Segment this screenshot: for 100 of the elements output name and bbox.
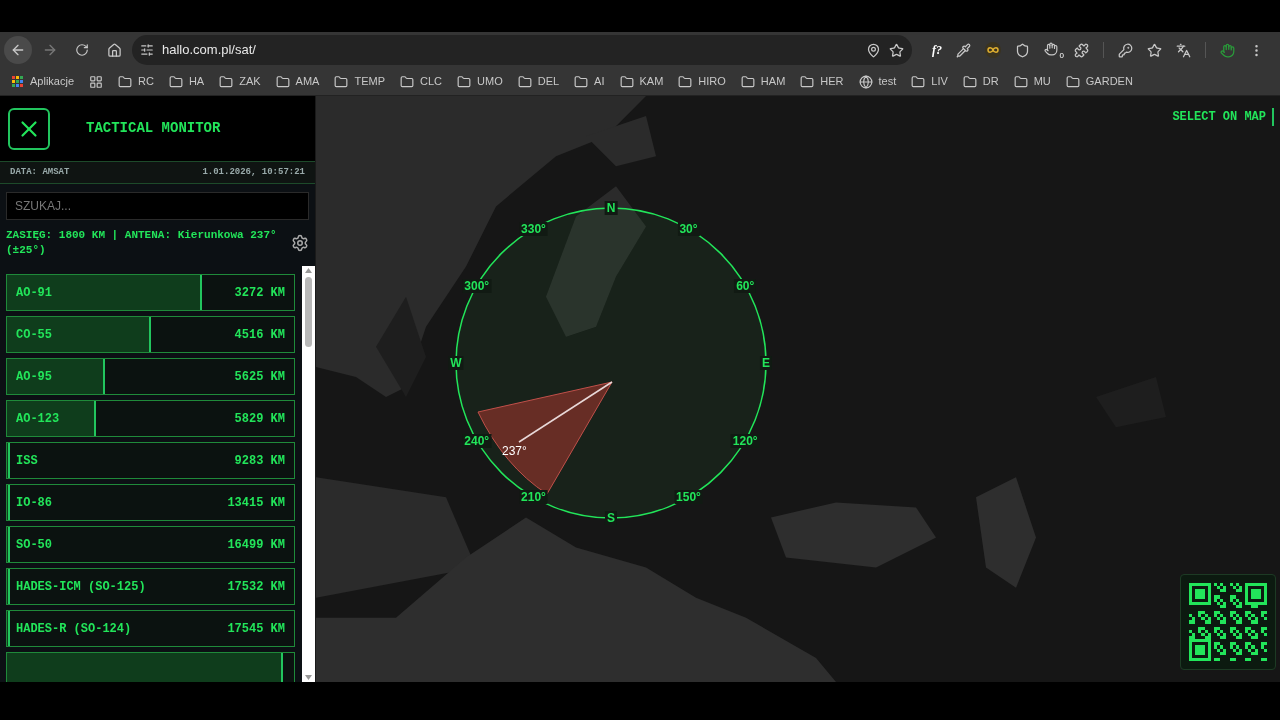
function-button[interactable]: f? [932,41,942,59]
scrollbar[interactable] [302,266,315,682]
bookmark[interactable]: HAM [734,69,792,94]
bookmark[interactable]: LIV [905,69,954,94]
folder-icon [219,74,234,89]
satellite-row[interactable]: ISS 9283 KM [6,442,295,479]
bookmark[interactable]: HER [794,69,850,94]
bookmark[interactable]: HA [162,69,211,94]
satellite-name: CO-55 [16,326,52,344]
satellite-distance: 17532 KM [227,578,285,596]
bookmark[interactable]: HIRO [672,69,732,94]
folder-icon [1013,74,1028,89]
bookmark[interactable]: RC [112,69,160,94]
scroll-up-icon[interactable] [305,268,312,273]
satellite-name: HADES-R (SO-124) [16,620,132,638]
datetime: 1.01.2026, 10:57:21 [202,165,305,179]
folder-icon [619,74,634,89]
folder-icon [334,74,349,89]
folder-icon [517,74,532,89]
satellite-distance: 17545 KM [227,620,285,638]
compass-label: 150° [674,490,703,505]
bookmark[interactable]: GARDEN [1059,69,1139,94]
heading-label: 237° [502,445,527,457]
infinity-icon[interactable] [985,42,1001,58]
satellite-name: SO-50 [16,536,52,554]
satellite-name: ISS [16,452,38,470]
bookmark-star-icon[interactable] [889,42,904,58]
satellite-row[interactable]: SO-50 16499 KM [6,526,295,563]
app-title: TACTICAL MONITOR [86,119,221,138]
satellite-distance: 9283 KM [234,452,285,470]
folder-icon [678,74,693,89]
folder-icon [168,74,183,89]
location-icon[interactable] [866,42,881,58]
bookmark[interactable]: Aplikacje [6,69,81,94]
satellite-name: AO-91 [16,284,52,302]
bookmark[interactable]: CLC [394,69,449,94]
back-icon [10,42,26,58]
extensions-icon[interactable] [1074,42,1089,58]
satellite-distance: 3272 KM [234,284,285,302]
satellite-distance: 5829 KM [234,410,285,428]
folder-icon [800,74,815,89]
satellite-name: HADES-ICM (SO-125) [16,578,146,596]
satellite-distance: 4516 KM [234,326,285,344]
satellite-name: IO-86 [16,494,52,512]
bookmark[interactable]: DR [956,69,1005,94]
folder-icon [740,74,755,89]
folder-icon [400,74,414,89]
close-button[interactable] [8,107,50,150]
satellite-name: AO-95 [16,368,52,386]
compass-label: S [605,511,617,525]
settings-icon[interactable] [291,234,309,252]
status-text: ZASIĘG: 1800 KM | ANTENA: Kierunkowa 237° (±25°) [6,228,278,258]
satellite-row[interactable]: HADES-ICM (SO-125) 17532 KM [6,568,295,605]
home-icon [106,42,122,58]
search-field[interactable]: SZUKAJ... [6,192,309,220]
scroll-thumb[interactable] [305,277,312,347]
bookmark[interactable]: DEL [511,69,566,94]
shield-icon[interactable] [1015,42,1030,58]
eyedropper-icon[interactable] [956,42,971,58]
bookmark[interactable]: test [852,69,903,94]
satellite-name: AO-123 [16,410,60,428]
satellite-row[interactable]: IO-86 13415 KM [6,484,295,521]
data-source: DATA: AMSAT [10,165,70,179]
folder-icon [574,74,589,89]
bookmark[interactable]: ZAK [213,69,267,94]
satellite-row[interactable]: CO-55 4516 KM [6,316,295,353]
bookmark[interactable]: KAM [613,69,670,94]
address-bar[interactable]: hallo.com.pl/sat/ [132,35,912,65]
bookmark[interactable]: MU [1007,69,1057,94]
folder-icon [118,74,133,89]
compass-label: W [448,356,464,370]
satellite-row[interactable]: AO-123 5829 KM [6,400,295,437]
bookmark[interactable]: AI [568,69,611,94]
bookmark[interactable]: UMO [451,69,509,94]
star-icon[interactable] [1147,42,1162,58]
folder-icon [457,74,472,89]
compass-label: E [760,356,772,370]
satellite-distance: 16499 KM [227,536,285,554]
folder-icon [911,74,926,89]
folder-icon [962,74,977,89]
translate-icon[interactable] [1176,42,1191,58]
scroll-down-icon[interactable] [305,675,312,680]
grid-icon [89,74,104,89]
reload-icon [75,43,89,57]
site-info-icon[interactable] [140,43,154,57]
bookmark[interactable]: TEMP [328,69,391,94]
compass-label: 210° [519,490,548,505]
satellite-distance: 13415 KM [227,494,285,512]
apps-icon [12,75,24,88]
key-icon[interactable] [1118,42,1133,58]
satellite-row[interactable]: AO-91 3272 KM [6,274,295,311]
satellite-row[interactable]: HADES-R (SO-124) 17545 KM [6,610,295,647]
satellite-row[interactable]: AO-95 5625 KM [6,358,295,395]
folder-icon [1065,74,1080,89]
hand-icon[interactable] [1220,42,1235,58]
forward-icon [42,42,58,58]
bookmark[interactable]: AMA [269,69,326,94]
satellite-distance: 5625 KM [234,368,285,386]
select-on-map-button[interactable]: SELECT ON MAP [1172,108,1274,126]
back-button[interactable] [4,36,32,64]
